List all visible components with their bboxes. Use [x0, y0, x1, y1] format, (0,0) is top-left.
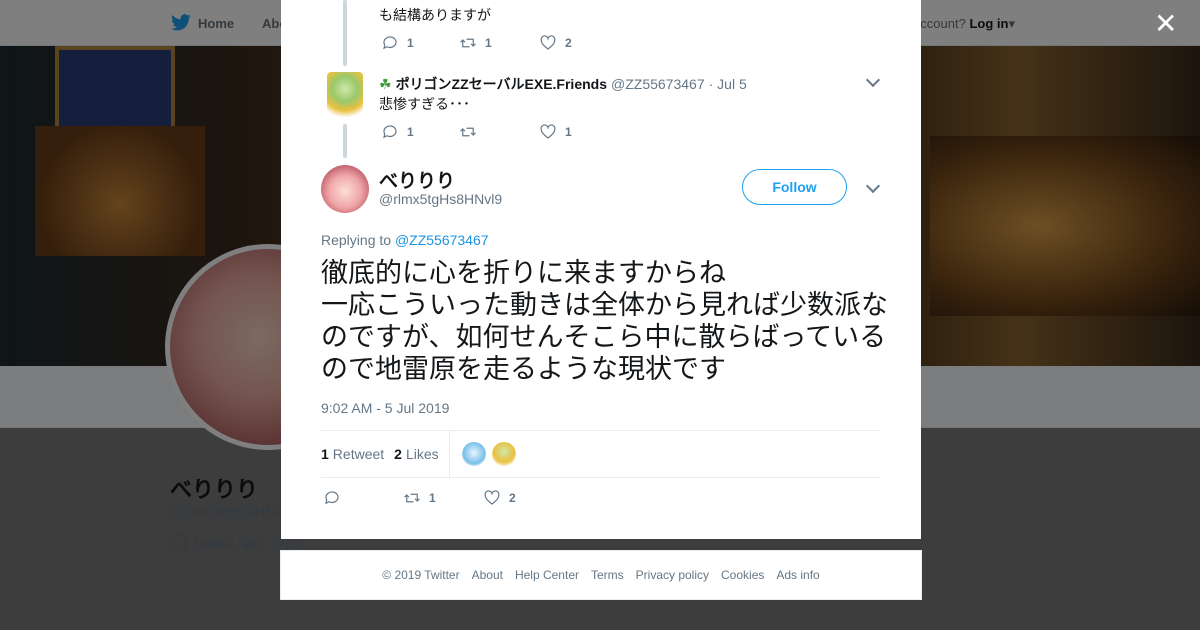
tweet-author-avatar[interactable] — [321, 165, 369, 213]
reply-button[interactable]: 1 — [381, 123, 459, 141]
retweet-count: 1 — [485, 36, 492, 50]
reply-author-name[interactable]: ポリゴンZZセーバルEXE.Friends — [396, 74, 607, 94]
retweet-stat-label: Retweet — [332, 446, 385, 462]
like-stat[interactable]: 2 Likes — [394, 446, 438, 462]
thread-line — [343, 0, 347, 66]
tweet-timestamp[interactable]: 9:02 AM - 5 Jul 2019 — [321, 400, 449, 416]
like-icon — [540, 35, 556, 50]
like-count: 2 — [565, 36, 572, 50]
reply-actions: 1 1 2 — [381, 34, 572, 52]
like-button[interactable]: 2 — [483, 489, 516, 507]
reply-text: も結構ありますが — [379, 7, 491, 23]
like-stat-label: Likes — [405, 446, 439, 462]
retweet-icon — [460, 127, 476, 137]
retweet-stat[interactable]: 1 Retweet — [321, 446, 384, 462]
reply-avatar[interactable] — [327, 72, 363, 120]
reply-date[interactable]: · Jul 5 — [709, 76, 747, 92]
footer-link-terms[interactable]: Terms — [591, 568, 624, 582]
tweet-author-name[interactable]: べりりり — [379, 166, 455, 193]
like-icon — [484, 490, 500, 505]
footer-link-ads-info[interactable]: Ads info — [776, 568, 819, 582]
retweet-stat-count: 1 — [321, 446, 329, 462]
reply-actions: 1 1 — [381, 123, 572, 141]
like-icon — [540, 124, 556, 139]
tweet-actions: 1 2 — [323, 489, 516, 507]
clover-icon: ☘ — [379, 75, 392, 92]
follow-button[interactable]: Follow — [742, 169, 847, 205]
tweet-stats: 1 Retweet 2 Likes — [321, 430, 881, 478]
thread-line — [343, 124, 347, 158]
footer-copyright: © 2019 Twitter — [382, 568, 460, 582]
retweet-button[interactable]: 1 — [403, 489, 483, 507]
like-count: 2 — [509, 491, 516, 505]
retweet-icon — [404, 493, 420, 503]
reply-button[interactable]: 1 — [381, 34, 459, 52]
like-button[interactable]: 1 — [539, 123, 572, 141]
reply-icon — [383, 36, 397, 50]
retweet-count: 1 — [429, 491, 436, 505]
replying-to-link[interactable]: @ZZ55673467 — [395, 232, 489, 248]
reply-header: ☘ ポリゴンZZセーバルEXE.Friends @ZZ55673467 · Ju… — [379, 74, 747, 94]
tweet-author-handle[interactable]: @rlmx5tgHs8HNvl9 — [379, 191, 502, 207]
modal-footer: © 2019 Twitter About Help Center Terms P… — [280, 550, 922, 600]
reply-count: 1 — [407, 125, 414, 139]
reply-count: 1 — [407, 36, 414, 50]
reply-button[interactable] — [323, 489, 403, 507]
liker-avatar[interactable] — [491, 442, 516, 466]
reply-author-handle[interactable]: @ZZ55673467 — [611, 76, 705, 92]
like-button[interactable]: 2 — [539, 34, 572, 52]
replying-to: Replying to @ZZ55673467 — [321, 232, 489, 248]
footer-link-help-center[interactable]: Help Center — [515, 568, 579, 582]
like-stat-count: 2 — [394, 446, 402, 462]
chevron-down-icon[interactable] — [865, 72, 881, 88]
reply-icon — [383, 125, 397, 139]
retweet-button[interactable]: 1 — [459, 34, 539, 52]
footer-link-privacy-policy[interactable]: Privacy policy — [636, 568, 709, 582]
retweet-icon — [460, 38, 476, 48]
footer-link-about[interactable]: About — [472, 568, 503, 582]
close-icon[interactable]: ✕ — [1154, 10, 1177, 38]
tweet-text: 徹底的に心を折りに来ますからね 一応こういった動きは全体から見れば少数派なのです… — [321, 258, 888, 385]
reply-icon — [325, 491, 339, 505]
footer-link-cookies[interactable]: Cookies — [721, 568, 764, 582]
retweet-button[interactable] — [459, 123, 539, 141]
stats-divider — [448, 430, 450, 478]
tweet-modal: も結構ありますが 1 1 2 ☘ ポリゴンZZセーバルEXE.Friends @… — [281, 0, 921, 539]
chevron-down-icon[interactable] — [865, 178, 881, 194]
reply-text: 悲惨すぎる･･･ — [379, 96, 470, 112]
liker-avatar[interactable] — [461, 442, 486, 466]
like-count: 1 — [565, 125, 572, 139]
replying-prefix: Replying to — [321, 232, 392, 248]
